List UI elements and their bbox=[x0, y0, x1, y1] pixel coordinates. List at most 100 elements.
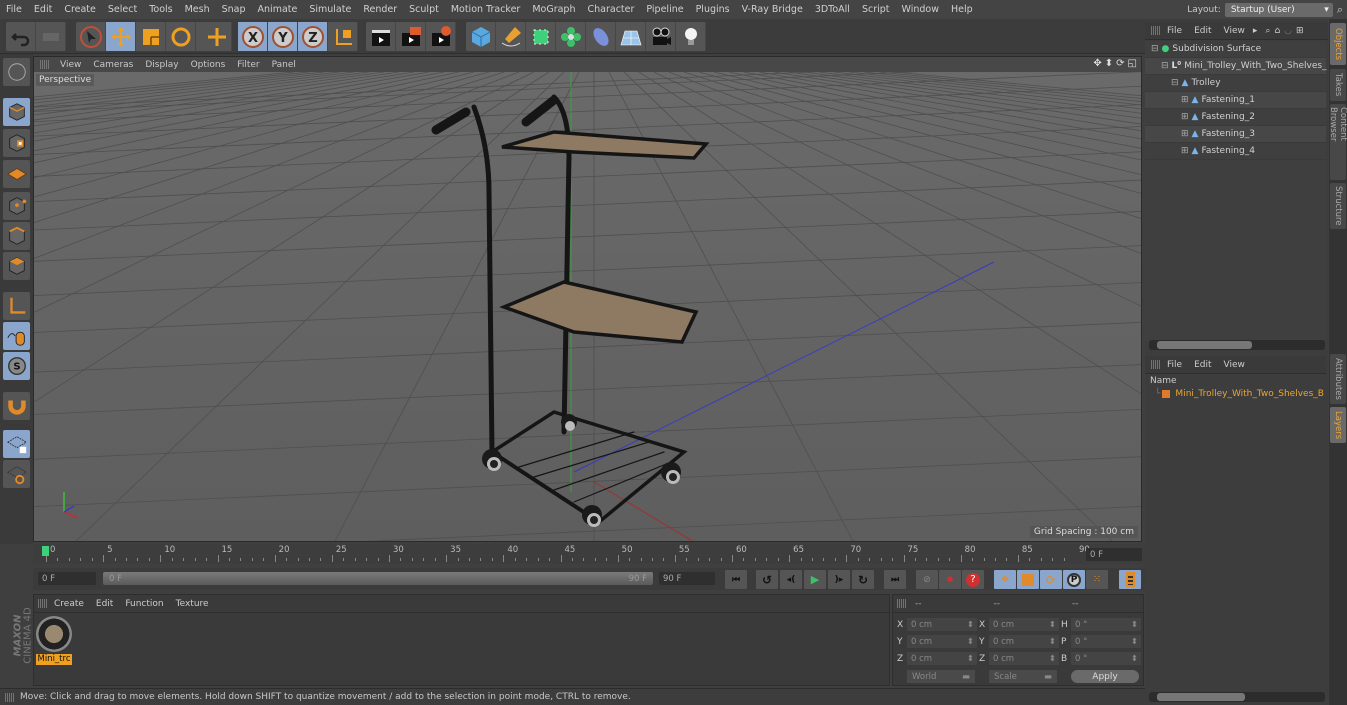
objects-menu-view[interactable]: View bbox=[1218, 26, 1251, 36]
layer-color-swatch[interactable] bbox=[1162, 390, 1171, 398]
light-button[interactable] bbox=[676, 22, 706, 51]
viewport-menu-options[interactable]: Options bbox=[185, 60, 232, 70]
deformer-button[interactable] bbox=[586, 22, 616, 51]
rotation-h-field[interactable]: 0 ° ⬍ bbox=[1071, 618, 1141, 631]
cube-button[interactable] bbox=[466, 22, 496, 51]
stepper-icon[interactable]: ⬍ bbox=[1049, 620, 1056, 630]
next-key-button[interactable]: ↻ bbox=[852, 570, 874, 589]
start-frame-field[interactable]: 0 F bbox=[38, 572, 96, 585]
cloner-button[interactable] bbox=[556, 22, 586, 51]
stepper-icon[interactable]: ⬍ bbox=[1131, 637, 1138, 647]
scene-canvas[interactable] bbox=[34, 72, 1142, 542]
viewport-perspective[interactable]: View Cameras Display Options Filter Pane… bbox=[33, 56, 1142, 542]
add-object-button[interactable] bbox=[202, 22, 232, 51]
stepper-icon[interactable]: ⬍ bbox=[1049, 654, 1056, 664]
layout-dropdown[interactable]: Startup (User) ▾ bbox=[1224, 2, 1333, 17]
layers-menu-edit[interactable]: Edit bbox=[1188, 360, 1217, 370]
snap-button[interactable]: S bbox=[3, 352, 30, 380]
viewport-menu-display[interactable]: Display bbox=[139, 60, 184, 70]
world-coordinates-button[interactable] bbox=[328, 22, 358, 51]
menu-sculpt[interactable]: Sculpt bbox=[403, 4, 445, 15]
menu-vray-bridge[interactable]: V-Ray Bridge bbox=[736, 4, 809, 15]
position-y-field[interactable]: 0 cm ⬍ bbox=[907, 635, 977, 648]
more-arrow-icon[interactable]: ▸ bbox=[1253, 26, 1258, 36]
orbit-icon[interactable]: ⟳ bbox=[1116, 58, 1124, 69]
menu-script[interactable]: Script bbox=[856, 4, 896, 15]
floor-button[interactable] bbox=[616, 22, 646, 51]
menu-plugins[interactable]: Plugins bbox=[690, 4, 736, 15]
play-button[interactable]: ▶ bbox=[804, 570, 826, 589]
menu-mesh[interactable]: Mesh bbox=[179, 4, 216, 15]
live-selection-button[interactable] bbox=[76, 22, 106, 51]
autokey-button[interactable]: ⏺ bbox=[939, 570, 961, 589]
menu-edit[interactable]: Edit bbox=[28, 4, 58, 15]
texture-mode-button[interactable] bbox=[3, 129, 30, 157]
tab-takes[interactable]: Takes bbox=[1330, 69, 1346, 101]
home-icon[interactable]: ⌂ bbox=[1274, 26, 1280, 36]
tree-item-mini-trolley[interactable]: ⊟ L⁰ Mini_Trolley_With_Two_Shelves_ bbox=[1145, 58, 1327, 75]
viewport-menu-view[interactable]: View bbox=[54, 60, 87, 70]
y-axis-button[interactable]: Y bbox=[268, 22, 298, 51]
objects-menu-edit[interactable]: Edit bbox=[1188, 26, 1217, 36]
eye-icon[interactable]: ◡ bbox=[1284, 26, 1292, 36]
previous-key-button[interactable]: ↺ bbox=[756, 570, 778, 589]
undo-button[interactable] bbox=[6, 22, 36, 51]
rotate-button[interactable] bbox=[166, 22, 196, 51]
stepper-icon[interactable]: ⬍ bbox=[967, 654, 974, 664]
size-y-field[interactable]: 0 cm ⬍ bbox=[989, 635, 1059, 648]
new-panel-icon[interactable]: ⊞ bbox=[1296, 26, 1304, 36]
stepper-icon[interactable]: ⬍ bbox=[1131, 654, 1138, 664]
maximize-view-icon[interactable]: ◱ bbox=[1128, 58, 1137, 69]
scale-button[interactable] bbox=[136, 22, 166, 51]
menu-select[interactable]: Select bbox=[102, 4, 143, 15]
menu-tools[interactable]: Tools bbox=[143, 4, 178, 15]
apply-button[interactable]: Apply bbox=[1071, 670, 1139, 683]
tab-content-browser[interactable]: Content Browser bbox=[1328, 104, 1347, 180]
stepper-icon[interactable]: ⬍ bbox=[967, 637, 974, 647]
tab-attributes[interactable]: Attributes bbox=[1330, 354, 1346, 404]
search-icon[interactable]: ⌕ bbox=[1265, 26, 1270, 36]
frame-range-slider[interactable]: 0 F 90 F bbox=[103, 572, 653, 585]
pla-key-button[interactable]: ⁙ bbox=[1086, 570, 1108, 589]
z-axis-button[interactable]: Z bbox=[298, 22, 328, 51]
material-swatch[interactable]: Mini_trc bbox=[36, 616, 72, 666]
points-mode-button[interactable] bbox=[3, 192, 30, 220]
viewport-menu-panel[interactable]: Panel bbox=[266, 60, 302, 70]
objects-menu-file[interactable]: File bbox=[1161, 26, 1188, 36]
planar-workplane-button[interactable] bbox=[3, 460, 30, 488]
layer-row[interactable]: └ Mini_Trolley_With_Two_Shelves_B bbox=[1155, 389, 1324, 399]
rotation-b-field[interactable]: 0 ° ⬍ bbox=[1071, 652, 1141, 665]
edges-mode-button[interactable] bbox=[3, 222, 30, 250]
camera-button[interactable] bbox=[646, 22, 676, 51]
pan-icon[interactable]: ✥ bbox=[1093, 58, 1101, 69]
tab-layers[interactable]: Layers bbox=[1330, 407, 1346, 443]
tree-item-subdivision-surface[interactable]: ⊟ ● Subdivision Surface bbox=[1145, 41, 1326, 58]
menu-window[interactable]: Window bbox=[896, 4, 945, 15]
timeline-button[interactable] bbox=[1119, 570, 1141, 589]
material-menu-edit[interactable]: Edit bbox=[90, 599, 119, 609]
objects-horizontal-scrollbar[interactable] bbox=[1149, 340, 1325, 350]
viewport-menu-filter[interactable]: Filter bbox=[231, 60, 265, 70]
redo-button[interactable] bbox=[36, 22, 66, 51]
tab-structure[interactable]: Structure bbox=[1330, 183, 1346, 229]
menu-character[interactable]: Character bbox=[581, 4, 640, 15]
scale-key-button[interactable] bbox=[1017, 570, 1039, 589]
locked-workplane-button[interactable] bbox=[3, 430, 30, 458]
axis-mode-button[interactable] bbox=[3, 292, 30, 320]
render-settings-button[interactable] bbox=[426, 22, 456, 51]
x-axis-button[interactable]: X bbox=[238, 22, 268, 51]
menu-simulate[interactable]: Simulate bbox=[303, 4, 357, 15]
search-icon[interactable]: ⌕ bbox=[1337, 3, 1343, 17]
tree-item-fastening-3[interactable]: ⊞ ▲ Fastening_3 bbox=[1145, 126, 1326, 143]
tree-item-fastening-4[interactable]: ⊞ ▲ Fastening_4 bbox=[1145, 143, 1326, 160]
material-menu-function[interactable]: Function bbox=[119, 599, 169, 609]
scrollbar-thumb[interactable] bbox=[1157, 693, 1245, 701]
stepper-icon[interactable]: ⬍ bbox=[1049, 637, 1056, 647]
tree-item-trolley[interactable]: ⊟ ▲ Trolley bbox=[1145, 75, 1326, 92]
menu-pipeline[interactable]: Pipeline bbox=[640, 4, 689, 15]
size-x-field[interactable]: 0 cm ⬍ bbox=[989, 618, 1059, 631]
menu-snap[interactable]: Snap bbox=[216, 4, 252, 15]
pen-button[interactable] bbox=[496, 22, 526, 51]
workplane-mode-button[interactable] bbox=[3, 160, 30, 188]
viewport-menu-cameras[interactable]: Cameras bbox=[87, 60, 139, 70]
